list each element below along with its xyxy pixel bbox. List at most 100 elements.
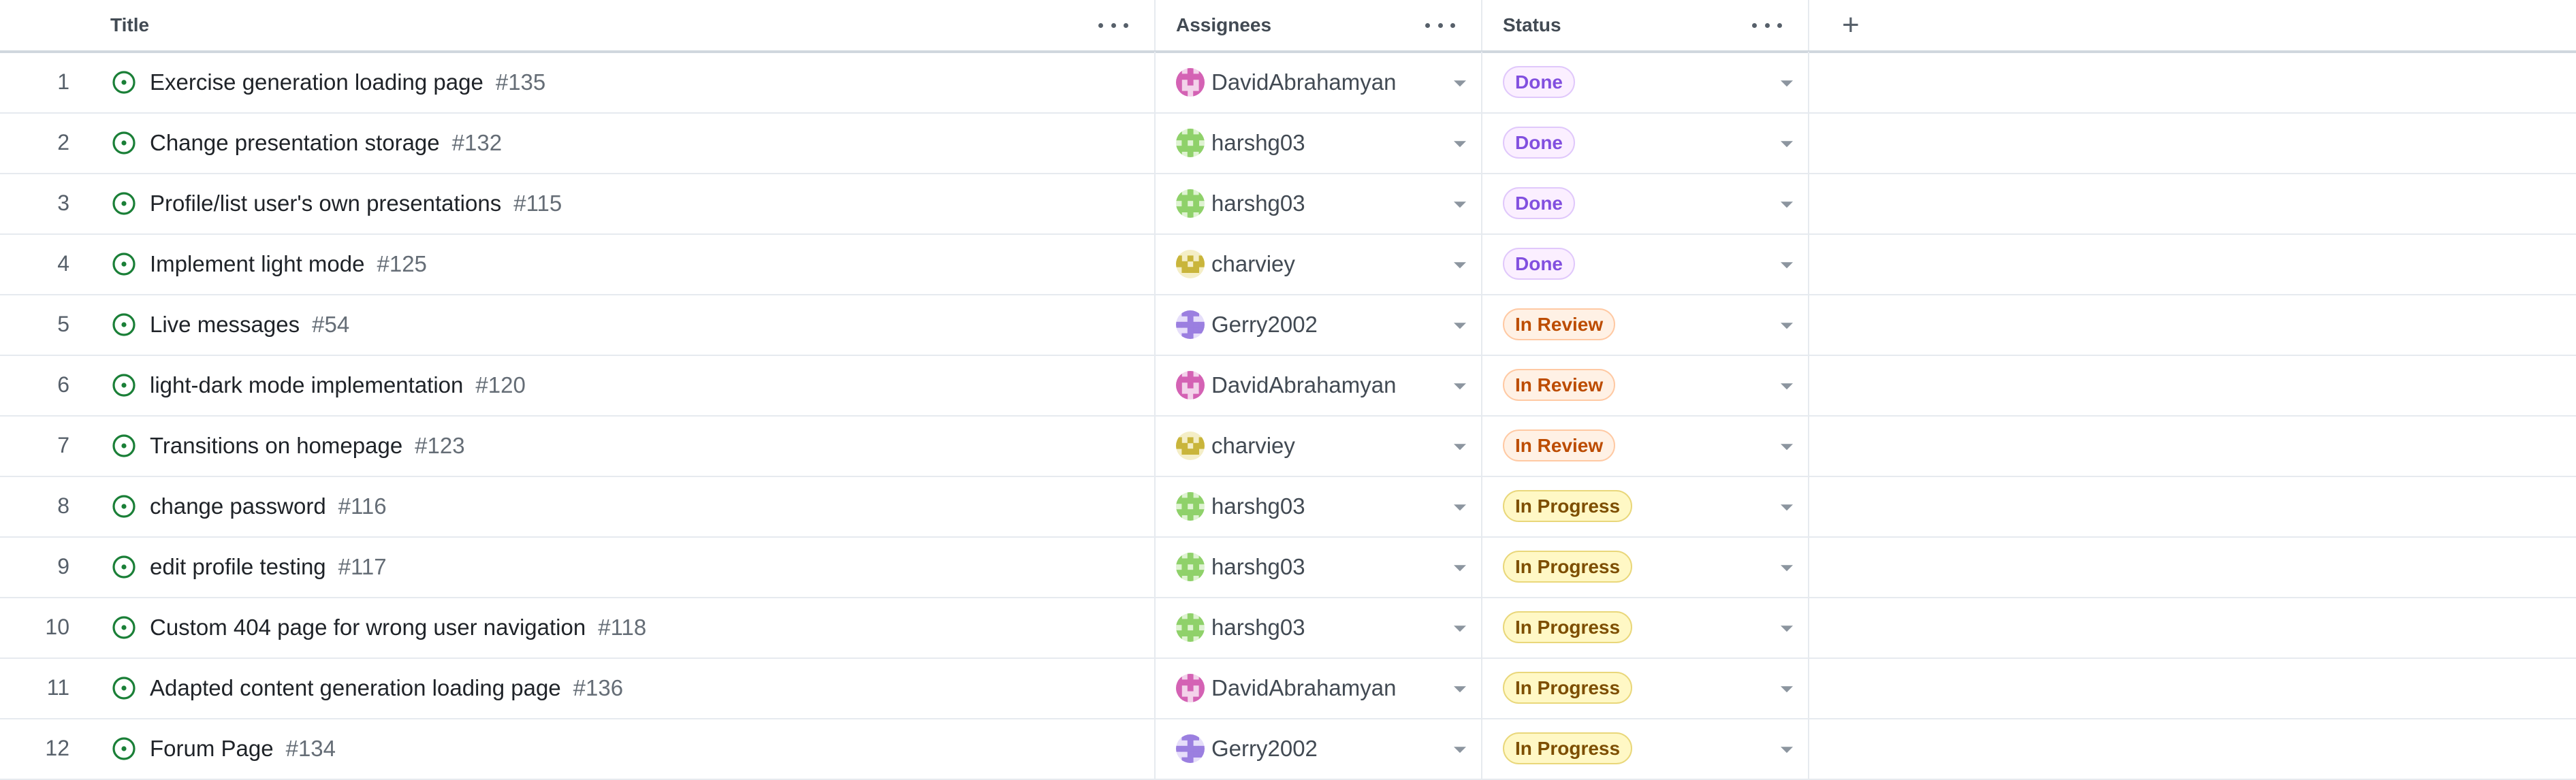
assignee-cell[interactable]: Gerry2002 [1156, 294, 1482, 355]
title-cell[interactable]: Profile/list user's own presentations #1… [102, 173, 1156, 233]
chevron-down-icon[interactable] [1454, 443, 1466, 450]
assignee-cell[interactable]: DavidAbrahamyan [1156, 52, 1482, 112]
assignee-name[interactable]: charviey [1211, 251, 1295, 277]
title-cell[interactable]: Transitions on homepage #123 [102, 415, 1156, 476]
title-column-more-icon[interactable] [1098, 18, 1128, 32]
issue-title-link[interactable]: edit profile testing [150, 554, 326, 580]
add-field-plus-icon[interactable]: + [1842, 10, 1860, 40]
title-cell[interactable]: Implement light mode #125 [102, 233, 1156, 294]
table-row[interactable]: 1 Exercise generation loading page #135 … [0, 52, 2576, 114]
assignee-name[interactable]: Gerry2002 [1211, 736, 1318, 762]
assignee-name[interactable]: DavidAbrahamyan [1211, 372, 1396, 398]
assignee-name[interactable]: Gerry2002 [1211, 312, 1318, 338]
status-cell[interactable]: Done [1482, 233, 1809, 294]
assignee-cell[interactable]: harshg03 [1156, 173, 1482, 233]
issue-title-link[interactable]: Forum Page [150, 736, 274, 762]
chevron-down-icon[interactable] [1781, 383, 1793, 389]
status-cell[interactable]: In Progress [1482, 597, 1809, 657]
title-cell[interactable]: light-dark mode implementation #120 [102, 355, 1156, 415]
table-row[interactable]: 12 Forum Page #134 Gerry2002 In Progress [0, 718, 2576, 780]
chevron-down-icon[interactable] [1454, 201, 1466, 208]
chevron-down-icon[interactable] [1781, 564, 1793, 571]
assignee-cell[interactable]: harshg03 [1156, 476, 1482, 536]
title-cell[interactable]: Exercise generation loading page #135 [102, 52, 1156, 112]
table-row[interactable]: 11 Adapted content generation loading pa… [0, 657, 2576, 719]
chevron-down-icon[interactable] [1454, 625, 1466, 632]
assignee-cell[interactable]: harshg03 [1156, 536, 1482, 597]
assignee-name[interactable]: harshg03 [1211, 554, 1305, 580]
table-row[interactable]: 4 Implement light mode #125 charviey Don… [0, 233, 2576, 295]
assignee-cell[interactable]: DavidAbrahamyan [1156, 657, 1482, 718]
table-row[interactable]: 9 edit profile testing #117 harshg03 In … [0, 536, 2576, 598]
status-cell[interactable]: Done [1482, 173, 1809, 233]
status-cell[interactable]: Done [1482, 52, 1809, 112]
chevron-down-icon[interactable] [1454, 504, 1466, 510]
issue-title-link[interactable]: change password [150, 493, 326, 519]
issue-title-link[interactable]: Transitions on homepage [150, 433, 402, 459]
status-cell[interactable]: In Review [1482, 294, 1809, 355]
table-row[interactable]: 2 Change presentation storage #132 harsh… [0, 112, 2576, 174]
status-cell[interactable]: In Review [1482, 355, 1809, 415]
table-row[interactable]: 6 light-dark mode implementation #120 Da… [0, 355, 2576, 417]
assignee-cell[interactable]: DavidAbrahamyan [1156, 355, 1482, 415]
chevron-down-icon[interactable] [1454, 685, 1466, 692]
title-cell[interactable]: Adapted content generation loading page … [102, 657, 1156, 718]
status-cell[interactable]: Done [1482, 112, 1809, 173]
chevron-down-icon[interactable] [1781, 504, 1793, 510]
header-title-column[interactable]: Title [102, 0, 1156, 50]
issue-title-link[interactable]: Adapted content generation loading page [150, 675, 561, 701]
assignee-cell[interactable]: harshg03 [1156, 597, 1482, 657]
chevron-down-icon[interactable] [1781, 261, 1793, 268]
chevron-down-icon[interactable] [1454, 564, 1466, 571]
table-row[interactable]: 7 Transitions on homepage #123 charviey … [0, 415, 2576, 477]
title-cell[interactable]: Forum Page #134 [102, 718, 1156, 779]
chevron-down-icon[interactable] [1781, 80, 1793, 86]
assignee-cell[interactable]: charviey [1156, 233, 1482, 294]
chevron-down-icon[interactable] [1454, 383, 1466, 389]
assignee-name[interactable]: DavidAbrahamyan [1211, 69, 1396, 95]
chevron-down-icon[interactable] [1781, 685, 1793, 692]
assignee-name[interactable]: harshg03 [1211, 191, 1305, 216]
status-cell[interactable]: In Progress [1482, 476, 1809, 536]
chevron-down-icon[interactable] [1454, 140, 1466, 147]
title-cell[interactable]: Custom 404 page for wrong user navigatio… [102, 597, 1156, 657]
status-cell[interactable]: In Progress [1482, 536, 1809, 597]
issue-title-link[interactable]: Live messages [150, 312, 300, 338]
chevron-down-icon[interactable] [1454, 80, 1466, 86]
assignee-name[interactable]: harshg03 [1211, 130, 1305, 156]
issue-title-link[interactable]: Change presentation storage [150, 130, 440, 156]
chevron-down-icon[interactable] [1454, 322, 1466, 329]
issue-title-link[interactable]: Implement light mode [150, 251, 364, 277]
title-cell[interactable]: change password #116 [102, 476, 1156, 536]
chevron-down-icon[interactable] [1781, 201, 1793, 208]
assignees-column-more-icon[interactable] [1425, 18, 1455, 32]
table-row[interactable]: 10 Custom 404 page for wrong user naviga… [0, 597, 2576, 659]
title-cell[interactable]: Live messages #54 [102, 294, 1156, 355]
assignee-name[interactable]: harshg03 [1211, 493, 1305, 519]
chevron-down-icon[interactable] [1781, 625, 1793, 632]
title-cell[interactable]: Change presentation storage #132 [102, 112, 1156, 173]
header-assignees-column[interactable]: Assignees [1156, 0, 1482, 50]
assignee-cell[interactable]: harshg03 [1156, 112, 1482, 173]
chevron-down-icon[interactable] [1454, 261, 1466, 268]
chevron-down-icon[interactable] [1454, 746, 1466, 753]
table-row[interactable]: 3 Profile/list user's own presentations … [0, 173, 2576, 235]
assignee-name[interactable]: harshg03 [1211, 615, 1305, 640]
assignee-cell[interactable]: charviey [1156, 415, 1482, 476]
chevron-down-icon[interactable] [1781, 443, 1793, 450]
issue-title-link[interactable]: Exercise generation loading page [150, 69, 483, 95]
assignee-name[interactable]: charviey [1211, 433, 1295, 459]
issue-title-link[interactable]: Custom 404 page for wrong user navigatio… [150, 615, 586, 640]
chevron-down-icon[interactable] [1781, 140, 1793, 147]
status-cell[interactable]: In Review [1482, 415, 1809, 476]
issue-title-link[interactable]: Profile/list user's own presentations [150, 191, 501, 216]
table-row[interactable]: 8 change password #116 harshg03 In Progr… [0, 476, 2576, 538]
table-row[interactable]: 5 Live messages #54 Gerry2002 In Review [0, 294, 2576, 356]
title-cell[interactable]: edit profile testing #117 [102, 536, 1156, 597]
chevron-down-icon[interactable] [1781, 746, 1793, 753]
status-column-more-icon[interactable] [1752, 18, 1782, 32]
status-cell[interactable]: In Progress [1482, 718, 1809, 779]
header-status-column[interactable]: Status [1482, 0, 1809, 50]
assignee-cell[interactable]: Gerry2002 [1156, 718, 1482, 779]
assignee-name[interactable]: DavidAbrahamyan [1211, 675, 1396, 701]
